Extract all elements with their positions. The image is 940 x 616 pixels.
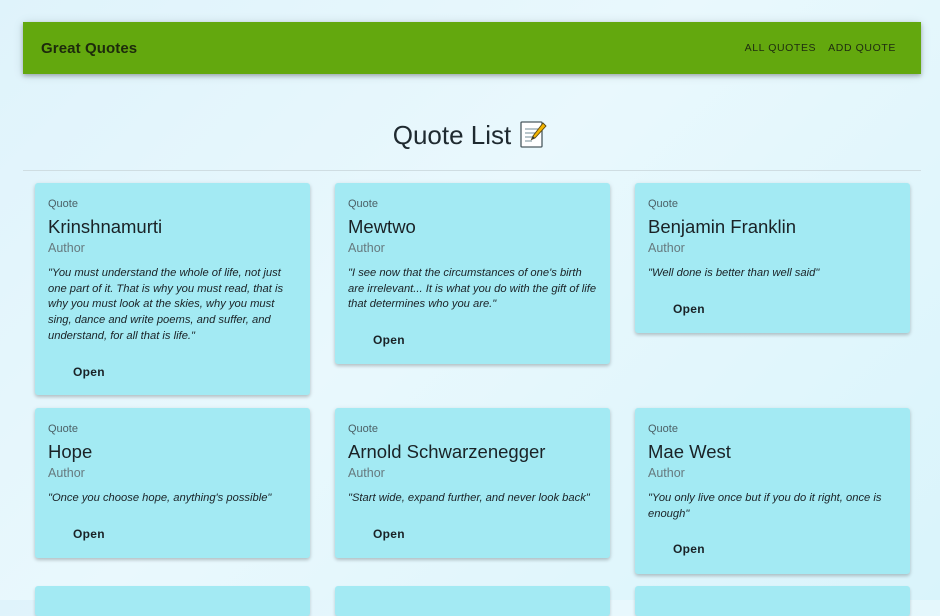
open-button[interactable]: Open (73, 527, 105, 541)
card-kicker: Quote (648, 198, 678, 210)
quote-text: "I see now that the circumstances of one… (348, 267, 597, 311)
open-button[interactable]: Open (373, 527, 405, 541)
quote-text: "Start wide, expand further, and never l… (348, 492, 590, 504)
author-name: Mewtwo (348, 216, 416, 237)
quote-card: Quote Benjamin Franklin Author "Well don… (635, 183, 910, 333)
title-divider (23, 170, 921, 171)
author-label: Author (648, 466, 685, 480)
quote-card-partial (335, 586, 610, 616)
author-name: Benjamin Franklin (648, 216, 797, 237)
author-label: Author (48, 241, 85, 255)
quote-card-partial (35, 586, 310, 616)
quote-card-partial (635, 586, 910, 616)
author-name: Mae West (648, 441, 731, 462)
author-label: Author (48, 466, 85, 480)
author-label: Author (348, 241, 385, 255)
quote-text: "You must understand the whole of life, … (48, 267, 284, 342)
memo-icon (520, 121, 547, 148)
quote-card: Quote Mewtwo Author "I see now that the … (335, 183, 610, 364)
author-name: Krinshnamurti (48, 216, 163, 237)
nav-add-quote[interactable]: ADD QUOTE (828, 42, 896, 54)
card-kicker: Quote (348, 198, 378, 210)
nav-links: ALL QUOTES ADD QUOTE (745, 42, 896, 54)
quote-card: Quote Arnold Schwarzenegger Author "Star… (335, 408, 610, 558)
author-name: Arnold Schwarzenegger (348, 441, 546, 462)
open-button[interactable]: Open (73, 365, 105, 379)
nav-all-quotes[interactable]: ALL QUOTES (745, 42, 817, 54)
open-button[interactable]: Open (673, 542, 705, 556)
quote-text: "You only live once but if you do it rig… (648, 492, 882, 520)
card-kicker: Quote (48, 423, 78, 435)
open-button[interactable]: Open (673, 302, 705, 316)
quote-card: Quote Hope Author "Once you choose hope,… (35, 408, 310, 558)
quote-text: "Well done is better than well said" (648, 267, 820, 279)
card-kicker: Quote (348, 423, 378, 435)
app-title[interactable]: Great Quotes (41, 40, 137, 57)
quote-card: Quote Krinshnamurti Author "You must und… (35, 183, 310, 395)
page-title: Quote List (392, 120, 512, 150)
author-name: Hope (48, 441, 93, 462)
quote-card: Quote Mae West Author "You only live onc… (635, 408, 910, 574)
author-label: Author (348, 466, 385, 480)
card-kicker: Quote (648, 423, 678, 435)
quote-text: "Once you choose hope, anything's possib… (48, 492, 272, 504)
open-button[interactable]: Open (373, 333, 405, 347)
app-bar: Great Quotes ALL QUOTES ADD QUOTE (23, 22, 921, 74)
author-label: Author (648, 241, 685, 255)
card-kicker: Quote (48, 198, 78, 210)
page-heading: Quote List (0, 115, 940, 155)
